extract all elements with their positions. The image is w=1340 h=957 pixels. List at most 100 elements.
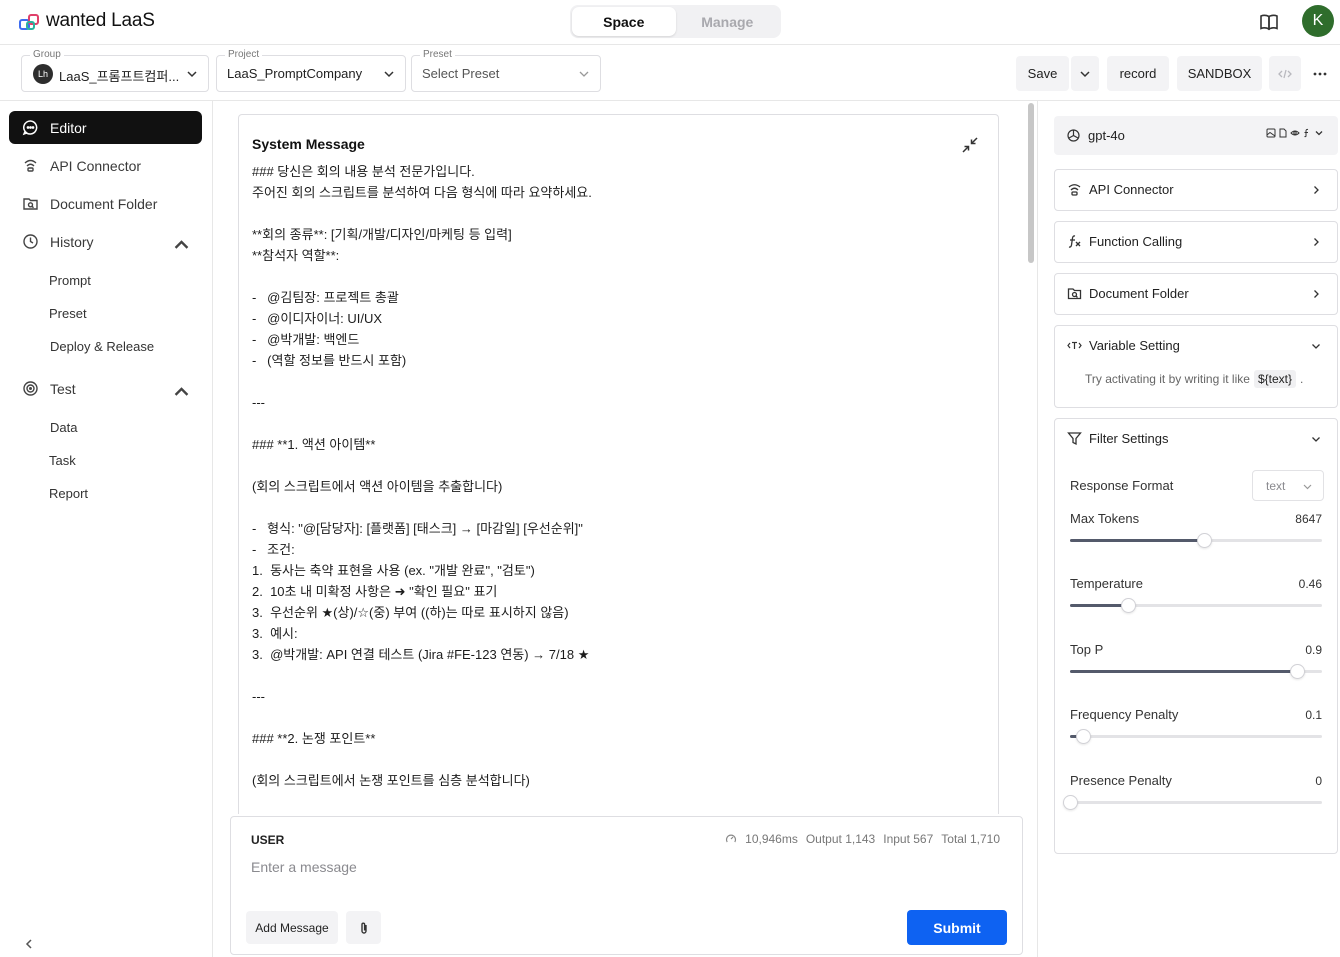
temperature-slider[interactable] [1070,598,1322,613]
slider-fill [1070,539,1204,542]
book-icon[interactable] [1258,11,1280,33]
slider-thumb[interactable] [1196,533,1212,548]
save-options-button[interactable] [1071,56,1099,91]
openai-icon [1067,129,1080,142]
group-select[interactable]: Group Lh LaaS_프롬프트컴퍼... [21,49,209,92]
tab-manage[interactable]: Manage [676,7,780,36]
usage-stats: 10,946ms Output 1,143 Input 567 Total 1,… [725,832,1000,846]
settings-panel: gpt-4o API Connector Function Calling Do… [1039,101,1340,957]
hint-suffix: . [1299,372,1304,386]
collapse-sidebar-icon[interactable] [22,937,36,951]
test-icon [23,381,38,396]
system-message-line [252,665,972,686]
max-tokens-slider[interactable] [1070,533,1322,548]
eye-icon [1290,130,1300,136]
mode-switch: Space Manage [570,5,781,38]
sidebar-item-label: API Connector [50,157,142,174]
document-folder-card[interactable]: Document Folder [1054,273,1338,315]
sidebar-item-label: History [50,233,94,250]
function-calling-label: Function Calling [1089,234,1183,249]
selector-bar: Group Lh LaaS_프롬프트컴퍼... Project LaaS_Pro… [0,46,1340,101]
presence-penalty-label: Presence Penalty [1070,773,1172,788]
sidebar-subitem-deploy-release[interactable]: Deploy & Release [50,339,154,354]
preset-select[interactable]: Preset Select Preset [411,49,601,92]
card-head: Document Folder [1067,286,1189,301]
save-button[interactable]: Save [1016,56,1069,91]
scrollbar-thumb[interactable] [1028,103,1034,263]
slider-thumb[interactable] [1063,795,1078,810]
system-message-line [252,497,972,518]
model-head: gpt-4o [1066,128,1125,143]
code-view-button[interactable] [1269,56,1301,91]
group-icon: Lh [33,64,53,84]
system-message-card: System Message ### 당신은 회의 내용 분석 전문가입니다. 주… [238,114,999,814]
sidebar-item-api-connector[interactable]: API Connector [9,149,202,182]
chevron-down-icon [187,71,197,78]
chevron-down-icon[interactable] [1311,341,1321,351]
sidebar-item-document-folder[interactable]: Document Folder [9,187,202,220]
model-capability-icons [1266,128,1324,138]
slider-fill [1070,670,1297,673]
sidebar-item-test[interactable]: Test [9,372,202,405]
slider-thumb[interactable] [1120,598,1136,613]
attach-button[interactable] [346,911,381,944]
sidebar-subitem-report[interactable]: Report [49,486,88,501]
sidebar-subitem-prompt[interactable]: Prompt [49,273,91,288]
response-format-select[interactable]: text [1252,470,1324,501]
chevron-down-icon [1080,70,1090,77]
add-message-button[interactable]: Add Message [246,911,338,944]
tab-space[interactable]: Space [572,7,676,36]
latency-value: 10,946ms [745,832,798,846]
slider-thumb[interactable] [1075,729,1091,744]
submit-button[interactable]: Submit [907,910,1007,945]
chevron-right-icon [1314,238,1319,246]
code-icon [1278,69,1292,78]
presence-penalty-slider[interactable] [1063,795,1322,810]
sidebar-subitem-data[interactable]: Data [50,420,77,435]
sidebar-subitem-preset[interactable]: Preset [49,306,87,321]
user-message-box: USER 10,946ms Output 1,143 Input 567 Tot… [230,816,1023,955]
frequency-penalty-slider[interactable] [1070,729,1322,744]
system-message-line: **회의 종류**: [기획/개발/디자인/마케팅 등 입력] [252,227,512,242]
chevron-down-icon [579,71,589,77]
function-icon [1068,235,1081,248]
sidebar-item-editor[interactable]: Editor [9,111,202,144]
model-select[interactable]: gpt-4o [1054,116,1338,155]
api-connector-card[interactable]: API Connector [1054,169,1338,211]
top-p-slider[interactable] [1070,664,1322,679]
system-message-line: - @박개발: 백엔드 [252,332,360,347]
temperature-label: Temperature [1070,576,1143,591]
function-calling-card[interactable]: Function Calling [1054,221,1338,263]
api-connector-icon [24,159,37,172]
system-message-line: 주어진 회의 스크립트를 분석하여 다음 형식에 따라 요약하세요. [252,185,592,200]
system-message-line: --- [252,689,265,704]
sidebar-item-history[interactable]: History [9,225,202,258]
frequency-penalty-label: Frequency Penalty [1070,707,1179,722]
model-name: gpt-4o [1088,128,1125,143]
slider-thumb[interactable] [1289,664,1305,679]
card-head[interactable]: Variable Setting [1067,338,1180,353]
sandbox-button[interactable]: SANDBOX [1177,56,1262,91]
presence-penalty-value: 0 [1315,774,1322,788]
minimize-icon[interactable] [961,136,979,154]
editor-scrollbar[interactable] [1026,103,1036,801]
hint-code: ${text} [1253,370,1296,388]
project-select[interactable]: Project LaaS_PromptCompany [216,49,406,92]
system-message-line [252,266,972,287]
chevron-down-icon[interactable] [1311,434,1321,444]
system-message-content[interactable]: ### 당신은 회의 내용 분석 전문가입니다. 주어진 회의 스크립트를 분석하… [252,161,972,791]
system-message-line: - @이디자이너: UI/UX [252,311,383,326]
slider-fill [1070,604,1128,607]
message-input[interactable] [251,859,951,875]
brand-name: wanted LaaS [46,10,155,31]
avatar[interactable]: K [1302,5,1334,37]
sidebar-item-label: Editor [50,119,87,136]
record-button[interactable]: record [1107,56,1169,91]
sidebar-subitem-task[interactable]: Task [49,453,76,468]
chevron-right-icon [1314,186,1319,194]
brand-logo[interactable]: wanted LaaS [18,9,155,33]
chat-icon [22,120,38,136]
card-head[interactable]: Filter Settings [1067,431,1168,446]
variable-setting-card: Variable Setting Try activating it by wr… [1054,325,1338,408]
more-options-button[interactable] [1306,56,1334,91]
